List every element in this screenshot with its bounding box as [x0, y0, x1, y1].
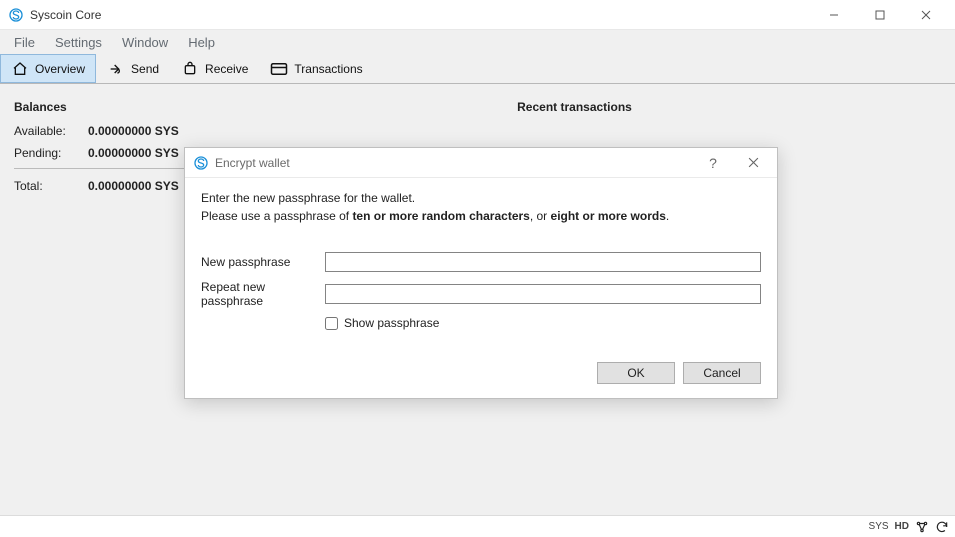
encrypt-wallet-dialog: Encrypt wallet ? Enter the new passphras… — [184, 147, 778, 399]
ok-button[interactable]: OK — [597, 362, 675, 384]
dialog-instruction-suffix: . — [666, 209, 669, 223]
dialog-form: New passphrase Repeat new passphrase Sho… — [201, 252, 761, 330]
recent-transactions-heading: Recent transactions — [214, 100, 935, 114]
menu-help[interactable]: Help — [178, 33, 225, 52]
balances-heading: Balances — [14, 100, 214, 114]
balance-total-value: 0.00000000 SYS — [88, 179, 179, 193]
show-passphrase-row: Show passphrase — [325, 316, 761, 330]
balance-total-label: Total: — [14, 179, 88, 193]
window-maximize-button[interactable] — [857, 0, 903, 30]
window-close-button[interactable] — [903, 0, 949, 30]
cancel-button[interactable]: Cancel — [683, 362, 761, 384]
menu-bar: File Settings Window Help — [0, 30, 955, 54]
dialog-instruction-line1: Enter the new passphrase for the wallet. — [201, 190, 761, 206]
balance-available-value: 0.00000000 SYS — [88, 124, 179, 138]
dialog-instruction-line2: Please use a passphrase of ten or more r… — [201, 208, 761, 224]
new-passphrase-input[interactable] — [325, 252, 761, 272]
window-title: Syscoin Core — [30, 8, 101, 22]
network-icon — [915, 520, 929, 534]
tab-receive-label: Receive — [205, 62, 248, 76]
balance-pending-value: 0.00000000 SYS — [88, 146, 179, 160]
balance-divider — [14, 168, 184, 169]
app-icon — [8, 7, 24, 23]
menu-window[interactable]: Window — [112, 33, 178, 52]
new-passphrase-label: New passphrase — [201, 255, 325, 269]
balance-pending-label: Pending: — [14, 146, 88, 160]
tab-overview[interactable]: Overview — [0, 54, 96, 83]
dialog-titlebar: Encrypt wallet ? — [185, 148, 777, 178]
balance-row-available: Available: 0.00000000 SYS — [14, 120, 214, 142]
tab-overview-label: Overview — [35, 62, 85, 76]
receive-icon — [181, 60, 199, 78]
show-passphrase-checkbox[interactable] — [325, 317, 338, 330]
repeat-passphrase-input[interactable] — [325, 284, 761, 304]
window-titlebar: Syscoin Core — [0, 0, 955, 30]
balance-available-label: Available: — [14, 124, 88, 138]
dialog-instruction-bold2: eight or more words — [551, 209, 666, 223]
repeat-passphrase-row: Repeat new passphrase — [201, 280, 761, 308]
repeat-passphrase-label: Repeat new passphrase — [201, 280, 325, 308]
menu-settings[interactable]: Settings — [45, 33, 112, 52]
dialog-title: Encrypt wallet — [215, 156, 290, 170]
dialog-footer: OK Cancel — [185, 352, 777, 398]
sync-icon — [935, 520, 949, 534]
dialog-app-icon — [193, 155, 209, 171]
dialog-close-button[interactable] — [733, 149, 773, 177]
show-passphrase-label: Show passphrase — [344, 316, 439, 330]
toolbar: Overview Send Receive Transactions — [0, 54, 955, 84]
dialog-help-button[interactable]: ? — [693, 149, 733, 177]
tab-transactions-label: Transactions — [294, 62, 362, 76]
send-icon — [107, 60, 125, 78]
dialog-instruction-prefix: Please use a passphrase of — [201, 209, 352, 223]
tab-send-label: Send — [131, 62, 159, 76]
tab-send[interactable]: Send — [96, 54, 170, 83]
tab-transactions[interactable]: Transactions — [259, 54, 373, 83]
new-passphrase-row: New passphrase — [201, 252, 761, 272]
menu-file[interactable]: File — [4, 33, 45, 52]
home-icon — [11, 60, 29, 78]
dialog-instruction-bold1: ten or more random characters — [352, 209, 529, 223]
transactions-icon — [270, 60, 288, 78]
dialog-body: Enter the new passphrase for the wallet.… — [185, 178, 777, 352]
window-minimize-button[interactable] — [811, 0, 857, 30]
tab-receive[interactable]: Receive — [170, 54, 259, 83]
status-bar: SYS HD — [0, 515, 955, 537]
status-ticker: SYS — [869, 521, 889, 532]
dialog-instruction-mid: , or — [530, 209, 551, 223]
status-hd: HD — [895, 521, 909, 532]
